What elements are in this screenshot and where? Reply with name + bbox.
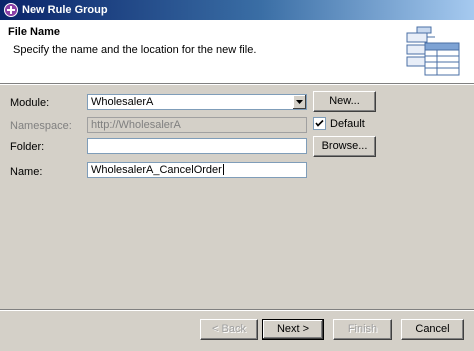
wizard-table-graphic-icon: [406, 26, 460, 76]
cancel-button[interactable]: Cancel: [401, 319, 464, 340]
checkmark-icon: [315, 119, 324, 127]
folder-field[interactable]: [87, 138, 307, 154]
folder-label: Folder:: [10, 141, 45, 153]
text-cursor: [222, 164, 224, 175]
chevron-down-icon: [296, 100, 303, 104]
module-dropdown-button[interactable]: [292, 95, 306, 109]
module-label: Module:: [10, 97, 50, 109]
name-field[interactable]: WholesalerA_CancelOrder: [87, 162, 307, 178]
header-separator: [0, 84, 474, 85]
finish-button[interactable]: Finish: [333, 319, 392, 340]
page-description: Specify the name and the location for th…: [13, 44, 257, 56]
module-value: WholesalerA: [91, 96, 154, 108]
title-bar: New Rule Group: [0, 0, 474, 20]
name-value: WholesalerA_CancelOrder: [91, 164, 222, 176]
page-title: File Name: [8, 26, 60, 38]
namespace-label: Namespace:: [10, 120, 72, 132]
name-label: Name:: [10, 166, 43, 178]
default-namespace-checkbox[interactable]: [313, 117, 326, 130]
next-button[interactable]: Next >: [262, 319, 324, 340]
rule-group-icon: [4, 3, 18, 17]
default-label: Default: [330, 118, 365, 130]
new-module-button[interactable]: New...: [313, 91, 376, 112]
wizard-header: File Name Specify the name and the locat…: [0, 20, 474, 84]
back-button[interactable]: < Back: [200, 319, 258, 340]
module-combo[interactable]: WholesalerA: [87, 94, 307, 110]
browse-button[interactable]: Browse...: [313, 136, 376, 157]
window-title: New Rule Group: [22, 4, 108, 16]
namespace-field[interactable]: http://WholesalerA: [87, 117, 307, 133]
footer-separator-highlight: [0, 310, 474, 311]
